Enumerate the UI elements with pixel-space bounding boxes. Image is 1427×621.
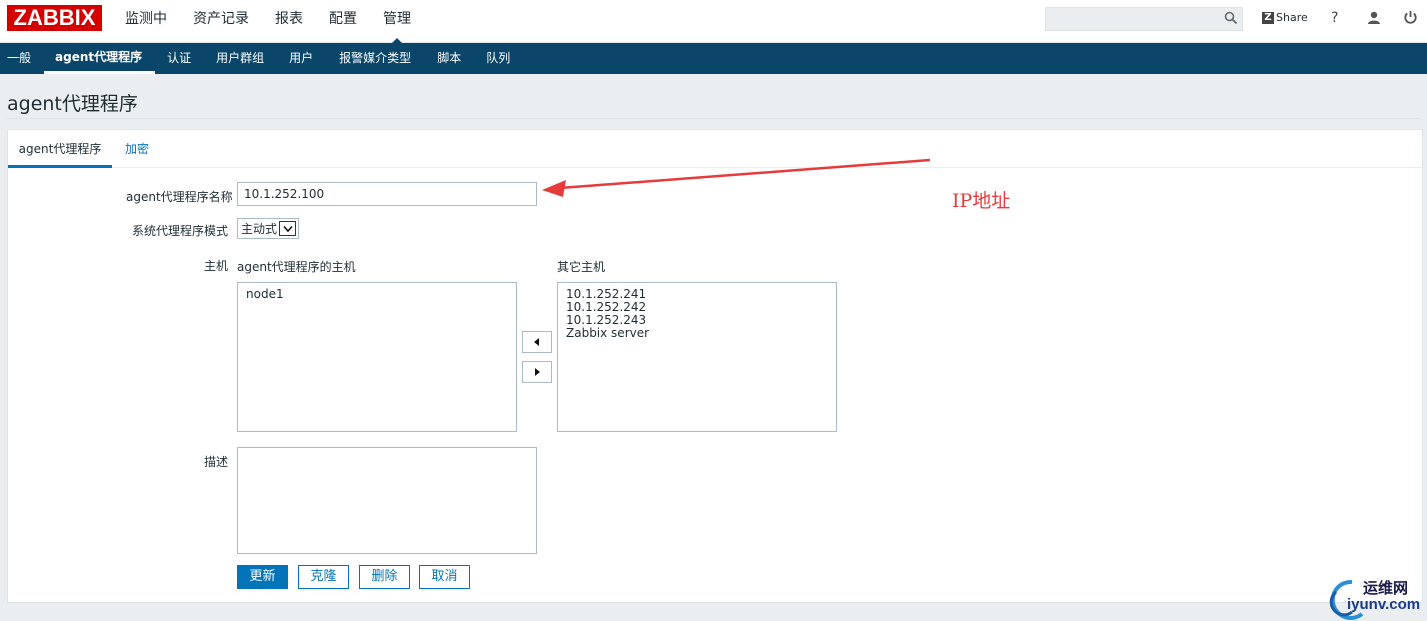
search-input[interactable] <box>1045 7 1243 31</box>
hosts-label: 主机 <box>204 259 229 273</box>
subnav-authentication[interactable]: 认证 <box>155 43 204 74</box>
power-icon[interactable] <box>1403 10 1418 25</box>
proxy-name-label: agent代理程序名称 <box>126 190 233 204</box>
subnav-user-groups[interactable]: 用户群组 <box>204 43 277 74</box>
form-panel: agent代理程序 加密 agent代理程序名称 10.1.252.100 系统… <box>7 129 1423 603</box>
subnav-media-types[interactable]: 报警媒介类型 <box>326 43 424 74</box>
top-bar: ZABBIX 监测中 资产记录 报表 配置 管理 Z Share ? <box>0 0 1427 44</box>
menu-inventory[interactable]: 资产记录 <box>180 0 262 43</box>
arrow-right-icon <box>535 368 540 376</box>
list-item[interactable]: Zabbix server <box>566 327 828 340</box>
title-divider <box>7 118 1420 119</box>
sub-navigation: 一般 agent代理程序 认证 用户群组 用户 报警媒介类型 脚本 队列 <box>0 43 1427 74</box>
subnav-general[interactable]: 一般 <box>0 43 44 74</box>
subnav-users[interactable]: 用户 <box>277 43 326 74</box>
tab-proxy[interactable]: agent代理程序 <box>8 130 112 168</box>
description-textarea[interactable] <box>237 447 537 554</box>
proxy-mode-select[interactable]: 主动式 <box>237 218 300 239</box>
proxy-hosts-label: agent代理程序的主机 <box>237 260 356 274</box>
description-label: 描述 <box>204 455 229 469</box>
form-tabs: agent代理程序 加密 <box>8 130 1422 168</box>
subnav-queue[interactable]: 队列 <box>474 43 523 74</box>
other-hosts-label: 其它主机 <box>557 260 606 274</box>
proxy-name-field[interactable]: 10.1.252.100 <box>237 182 537 206</box>
proxy-hosts-list[interactable]: node1 <box>237 282 517 432</box>
arrow-left-icon <box>534 338 539 346</box>
main-menu: 监测中 资产记录 报表 配置 管理 <box>112 0 424 44</box>
menu-reports[interactable]: 报表 <box>262 0 316 43</box>
move-left-button[interactable] <box>522 331 552 353</box>
move-right-button[interactable] <box>522 361 552 383</box>
update-button[interactable]: 更新 <box>237 565 288 589</box>
subnav-scripts[interactable]: 脚本 <box>424 43 474 74</box>
search-icon[interactable] <box>1224 11 1238 25</box>
share-label: Share <box>1276 11 1308 24</box>
watermark-text-cn: 运维网 <box>1363 579 1409 597</box>
list-item[interactable]: node1 <box>246 288 508 301</box>
menu-configuration[interactable]: 配置 <box>316 0 370 43</box>
proxy-name-value: 10.1.252.100 <box>244 187 325 201</box>
clone-button[interactable]: 克隆 <box>298 565 349 589</box>
subnav-proxies[interactable]: agent代理程序 <box>44 43 156 74</box>
watermark-text-url: iyunv.com <box>1347 596 1421 613</box>
help-icon[interactable]: ? <box>1331 10 1338 26</box>
proxy-mode-value: 主动式 <box>241 222 278 236</box>
chevron-down-icon <box>279 221 297 236</box>
page-title: agent代理程序 <box>7 93 138 115</box>
annotation-label: IP地址 <box>952 190 1011 212</box>
zabbix-share-icon: Z <box>1262 11 1274 24</box>
cancel-button[interactable]: 取消 <box>419 565 470 589</box>
proxy-mode-label: 系统代理程序模式 <box>132 224 229 238</box>
share-button[interactable]: Z Share <box>1262 11 1308 24</box>
menu-monitoring[interactable]: 监测中 <box>112 0 180 43</box>
zabbix-logo[interactable]: ZABBIX <box>7 5 102 31</box>
delete-button[interactable]: 删除 <box>359 565 410 589</box>
menu-administration[interactable]: 管理 <box>370 0 424 44</box>
other-hosts-list[interactable]: 10.1.252.241 10.1.252.242 10.1.252.243 Z… <box>557 282 837 432</box>
tab-encryption[interactable]: 加密 <box>125 130 149 168</box>
user-icon[interactable] <box>1367 11 1381 25</box>
